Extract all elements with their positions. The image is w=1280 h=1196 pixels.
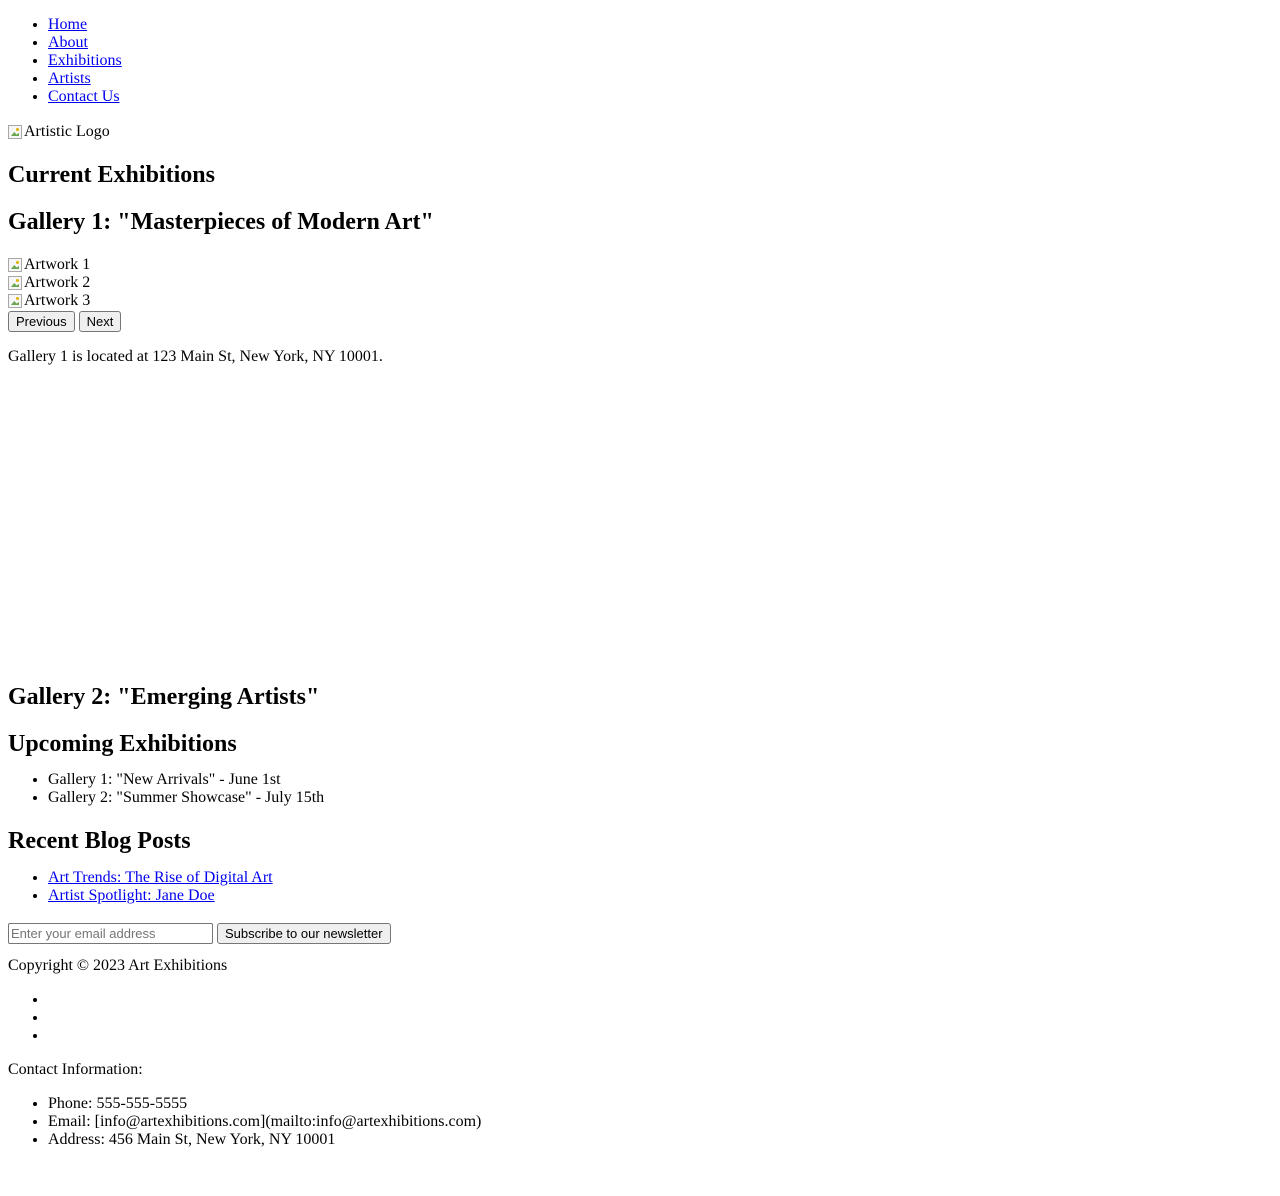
nav-item-contact: Contact Us [48, 88, 1272, 106]
main-nav: Home About Exhibitions Artists Contact U… [8, 16, 1272, 106]
nav-item-artists: Artists [48, 70, 1272, 88]
artwork-alt-text: Artwork 3 [24, 292, 91, 309]
copyright: Copyright © 2023 Art Exhibitions [8, 957, 228, 974]
logo: Artistic Logo [8, 123, 1272, 141]
newsletter-email-input[interactable] [8, 922, 213, 944]
artwork-image: Artwork 2 [8, 274, 90, 292]
page: Home About Exhibitions Artists Contact U… [0, 0, 1280, 1157]
upcoming-exhibitions-heading: Upcoming Exhibitions [8, 731, 237, 757]
nav-item-exhibitions: Exhibitions [48, 52, 1272, 70]
upcoming-list: Gallery 1: "New Arrivals" - June 1st Gal… [8, 771, 1272, 807]
broken-image-icon [8, 294, 22, 308]
newsletter-form: Subscribe to our newsletter [8, 922, 1272, 944]
upcoming-item: Gallery 2: "Summer Showcase" - July 15th [48, 789, 1272, 807]
next-button[interactable]: Next [78, 310, 122, 332]
social-item[interactable] [48, 991, 1272, 1009]
contact-email: Email: [info@artexhibitions.com](mailto:… [48, 1113, 1272, 1131]
nav-item-home: Home [48, 16, 1272, 34]
carousel-slide: Artwork 1 [8, 256, 1272, 274]
artwork-alt-text: Artwork 2 [24, 274, 91, 291]
blog-post-link[interactable]: Art Trends: The Rise of Digital Art [48, 869, 273, 886]
blog-list: Art Trends: The Rise of Digital Art Arti… [8, 869, 1272, 905]
nav-link-about[interactable]: About [48, 34, 88, 51]
carousel-controls: Previous Next [8, 310, 1272, 332]
map-embed[interactable] [8, 366, 1272, 683]
nav-link-contact[interactable]: Contact Us [48, 88, 120, 105]
blog-item: Artist Spotlight: Jane Doe [48, 887, 1272, 905]
carousel-slide: Artwork 3 [8, 292, 1272, 310]
current-exhibitions-heading: Current Exhibitions [8, 162, 215, 188]
artwork-carousel: Artwork 1 Artwork 2 Artwork 3 Previous N… [8, 256, 1272, 332]
contact-phone: Phone: 555-555-5555 [48, 1095, 1272, 1113]
gallery-2-title: Gallery 2: "Emerging Artists" [8, 684, 320, 710]
blog-post-link[interactable]: Artist Spotlight: Jane Doe [48, 887, 215, 904]
nav-link-exhibitions[interactable]: Exhibitions [48, 52, 122, 69]
social-links [8, 991, 1272, 1045]
artwork-image: Artwork 1 [8, 256, 90, 274]
broken-image-icon [8, 258, 22, 272]
upcoming-item: Gallery 1: "New Arrivals" - June 1st [48, 771, 1272, 789]
artwork-image: Artwork 3 [8, 292, 90, 310]
recent-blog-posts-heading: Recent Blog Posts [8, 828, 191, 854]
gallery-1-title: Gallery 1: "Masterpieces of Modern Art" [8, 209, 434, 235]
logo-alt-text: Artistic Logo [24, 123, 110, 140]
broken-image-icon [8, 125, 22, 139]
contact-label: Contact Information: [8, 1061, 143, 1078]
previous-button[interactable]: Previous [8, 310, 75, 332]
broken-image-icon [8, 276, 22, 290]
nav-item-about: About [48, 34, 1272, 52]
artwork-alt-text: Artwork 1 [24, 256, 91, 273]
subscribe-button[interactable]: Subscribe to our newsletter [217, 922, 391, 944]
nav-list: Home About Exhibitions Artists Contact U… [8, 16, 1272, 106]
social-item[interactable] [48, 1009, 1272, 1027]
nav-link-home[interactable]: Home [48, 16, 87, 33]
contact-address: Address: 456 Main St, New York, NY 10001 [48, 1131, 1272, 1149]
blog-item: Art Trends: The Rise of Digital Art [48, 869, 1272, 887]
social-item[interactable] [48, 1027, 1272, 1045]
logo-image: Artistic Logo [8, 123, 110, 141]
nav-link-artists[interactable]: Artists [48, 70, 91, 87]
contact-list: Phone: 555-555-5555 Email: [info@artexhi… [8, 1095, 1272, 1149]
gallery-1-location: Gallery 1 is located at 123 Main St, New… [8, 348, 383, 365]
carousel-slide: Artwork 2 [8, 274, 1272, 292]
